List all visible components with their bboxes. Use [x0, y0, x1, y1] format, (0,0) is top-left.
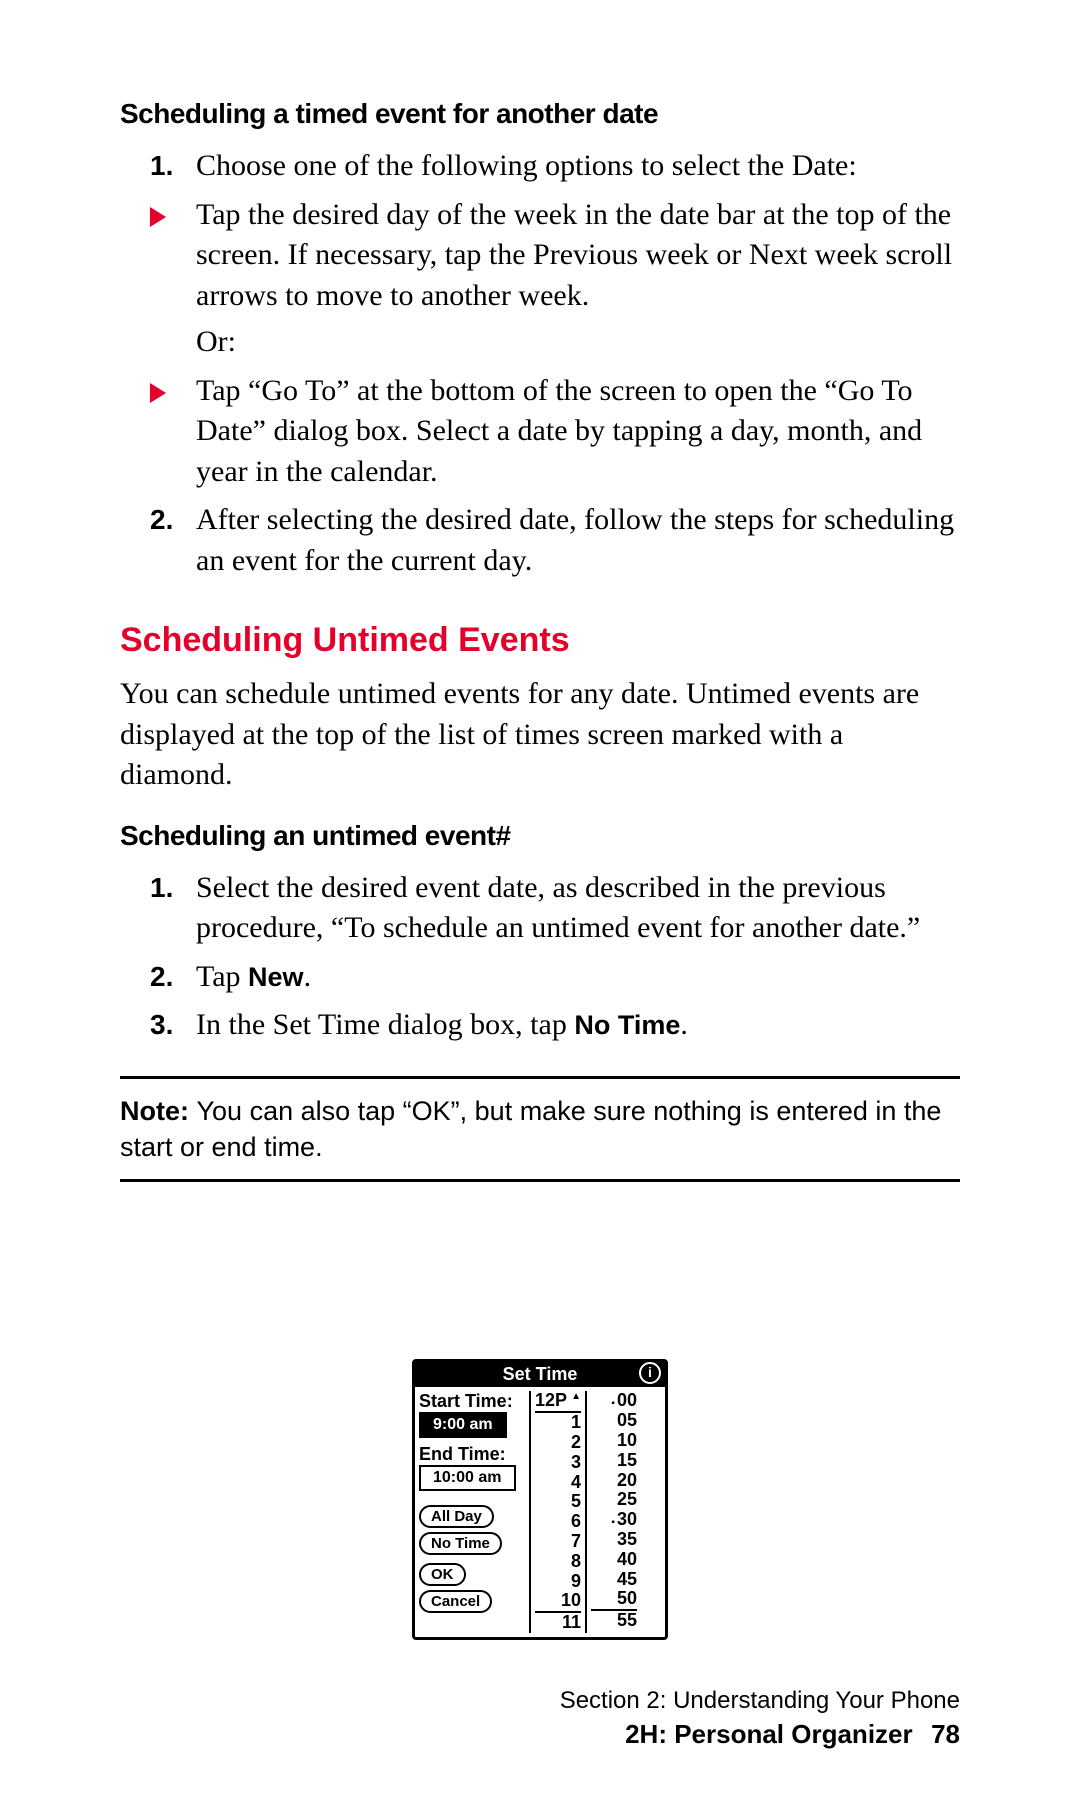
- subheading-untimed-event: Scheduling an untimed event#: [120, 820, 960, 852]
- minute-option[interactable]: 55: [591, 1609, 637, 1631]
- dialog-title: Set Time: [503, 1364, 578, 1384]
- section-heading-untimed: Scheduling Untimed Events: [120, 621, 960, 660]
- minute-option[interactable]: 35: [591, 1530, 637, 1550]
- subheading-timed-event: Scheduling a timed event for another dat…: [120, 98, 960, 130]
- ui-label-new: New: [248, 962, 304, 992]
- set-time-dialog-figure: Set Time i Start Time: 9:00 am End Time:…: [412, 1359, 668, 1640]
- step-text: Select the desired event date, as descri…: [196, 868, 960, 949]
- step-text: In the Set Time dialog box, tap No Time.: [196, 1005, 960, 1046]
- minute-option[interactable]: 30: [591, 1510, 637, 1530]
- step-text-pre: In the Set Time dialog box, tap: [196, 1008, 574, 1041]
- hour-option[interactable]: 2: [535, 1433, 581, 1453]
- step-text-post: .: [680, 1008, 688, 1041]
- step-2: 2. Tap New.: [150, 957, 960, 998]
- hour-picker[interactable]: 12P 1 2 3 4 5 6 7 8 9 10 11: [529, 1391, 585, 1633]
- page-number: 78: [931, 1719, 960, 1749]
- dialog-titlebar: Set Time i: [415, 1362, 665, 1387]
- minute-option[interactable]: 40: [591, 1550, 637, 1570]
- page-footer: Section 2: Understanding Your Phone 2H: …: [120, 1687, 960, 1750]
- step-text-post: .: [304, 960, 312, 993]
- note-text: You can also tap “OK”, but make sure not…: [120, 1096, 941, 1162]
- all-day-button[interactable]: All Day: [419, 1505, 494, 1528]
- minute-option[interactable]: 45: [591, 1570, 637, 1590]
- hour-option[interactable]: 1: [535, 1413, 581, 1433]
- hour-option[interactable]: 5: [535, 1492, 581, 1512]
- minute-option[interactable]: 10: [591, 1431, 637, 1451]
- footer-chapter: 2H: Personal Organizer: [625, 1719, 913, 1749]
- hour-option[interactable]: 7: [535, 1532, 581, 1552]
- ui-label-no-time: No Time: [574, 1010, 680, 1040]
- minute-option[interactable]: 20: [591, 1471, 637, 1491]
- option-text: Tap the desired day of the week in the d…: [196, 195, 960, 363]
- no-time-button[interactable]: No Time: [419, 1532, 502, 1555]
- list-number: 2.: [150, 500, 196, 581]
- step-text: After selecting the desired date, follow…: [196, 500, 960, 581]
- minute-option[interactable]: 15: [591, 1451, 637, 1471]
- minute-option[interactable]: 25: [591, 1490, 637, 1510]
- step-text: Tap New.: [196, 957, 960, 998]
- dialog-left-panel: Start Time: 9:00 am End Time: 10:00 am A…: [419, 1391, 529, 1633]
- hour-option[interactable]: 3: [535, 1453, 581, 1473]
- list-number: 3.: [150, 1005, 196, 1046]
- footer-section: Section 2: Understanding Your Phone: [120, 1687, 960, 1715]
- procedure-list-2: 1. Select the desired event date, as des…: [150, 868, 960, 1046]
- minute-picker[interactable]: 00 05 10 15 20 25 30 35 40 45 50 55: [585, 1391, 641, 1633]
- manual-page: Scheduling a timed event for another dat…: [0, 0, 1080, 1800]
- hour-option[interactable]: 10: [535, 1591, 581, 1611]
- list-number: 1.: [150, 868, 196, 949]
- end-time-field[interactable]: 10:00 am: [419, 1465, 516, 1491]
- step-3: 3. In the Set Time dialog box, tap No Ti…: [150, 1005, 960, 1046]
- hour-option[interactable]: 6: [535, 1512, 581, 1532]
- hour-option[interactable]: 12P: [535, 1391, 581, 1413]
- option-text: Tap “Go To” at the bottom of the screen …: [196, 371, 960, 493]
- ok-button[interactable]: OK: [419, 1563, 466, 1586]
- dialog-body: Start Time: 9:00 am End Time: 10:00 am A…: [415, 1387, 665, 1637]
- hour-option[interactable]: 9: [535, 1572, 581, 1592]
- step-text: Choose one of the following options to s…: [196, 146, 960, 187]
- note-callout: Note: You can also tap “OK”, but make su…: [120, 1076, 960, 1183]
- triangle-bullet-icon: [150, 371, 196, 493]
- list-number: 2.: [150, 957, 196, 998]
- minute-option[interactable]: 50: [591, 1589, 637, 1609]
- list-number: 1.: [150, 146, 196, 187]
- hour-option[interactable]: 11: [535, 1611, 581, 1633]
- minute-option[interactable]: 05: [591, 1411, 637, 1431]
- minute-option[interactable]: 00: [591, 1391, 637, 1411]
- set-time-dialog: Set Time i Start Time: 9:00 am End Time:…: [412, 1359, 668, 1640]
- start-time-label: Start Time:: [419, 1391, 529, 1412]
- procedure-list-1: 1. Choose one of the following options t…: [150, 146, 960, 581]
- section-intro: You can schedule untimed events for any …: [120, 674, 960, 796]
- end-time-label: End Time:: [419, 1444, 529, 1465]
- info-icon[interactable]: i: [639, 1362, 661, 1384]
- option-text-body: Tap the desired day of the week in the d…: [196, 198, 952, 312]
- step-2: 2. After selecting the desired date, fol…: [150, 500, 960, 581]
- cancel-button[interactable]: Cancel: [419, 1590, 492, 1613]
- hour-option[interactable]: 4: [535, 1473, 581, 1493]
- start-time-field[interactable]: 9:00 am: [419, 1412, 507, 1438]
- or-label: Or:: [196, 322, 960, 363]
- triangle-bullet-icon: [150, 195, 196, 363]
- step-1: 1. Choose one of the following options t…: [150, 146, 960, 187]
- step-text-pre: Tap: [196, 960, 248, 993]
- step-1: 1. Select the desired event date, as des…: [150, 868, 960, 949]
- option-1: Tap the desired day of the week in the d…: [150, 195, 960, 363]
- option-2: Tap “Go To” at the bottom of the screen …: [150, 371, 960, 493]
- hour-option[interactable]: 8: [535, 1552, 581, 1572]
- note-label: Note:: [120, 1096, 197, 1126]
